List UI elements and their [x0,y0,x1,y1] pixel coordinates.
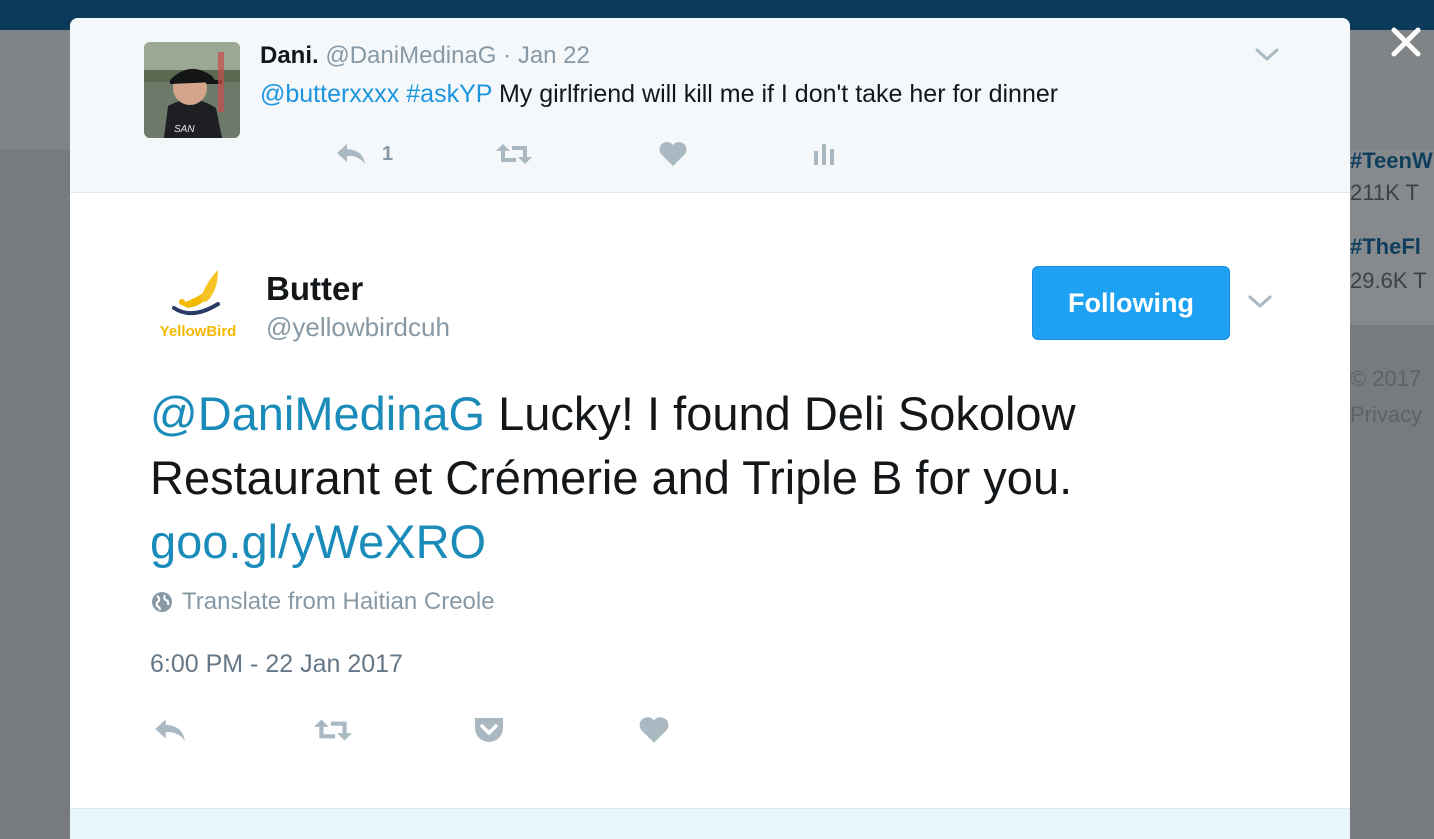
logo-text: YellowBird [160,323,237,340]
hashtag-link[interactable]: #askYP [406,80,492,108]
mention-link[interactable]: @DaniMedinaG [150,387,485,440]
tweet-text: @DaniMedinaG Lucky! I found Deli Sokolow… [150,382,1250,574]
parent-tweet-text: @butterxxxx #askYP My girlfriend will ki… [260,80,1058,109]
parent-tweet-body: My girlfriend will kill me if I don't ta… [498,80,1059,108]
translate-link[interactable]: Translate from Haitian Creole [150,588,495,616]
parent-action-bar: 1 [260,136,834,172]
reply-icon [155,719,185,741]
heart-icon [639,717,669,743]
background-sidebar: #TeenW 211K T #TheFl 29.6K T © 2017 Priv… [1350,150,1434,839]
parent-author-handle[interactable]: @DaniMedinaG [325,42,496,69]
header-separator: · [503,42,512,69]
heart-icon [659,142,687,166]
parent-analytics-button[interactable] [812,136,838,172]
reply-icon [337,144,365,164]
following-button[interactable]: Following [1032,266,1230,340]
background-copyright: © 2017 [1350,366,1422,391]
background-trend-2-count: 29.6K T [1350,268,1427,293]
close-icon [1391,27,1421,57]
svg-text:SAN: SAN [174,124,195,135]
tweet-timestamp[interactable]: 6:00 PM - 22 Jan 2017 [150,650,403,679]
tweet-more-button[interactable] [1244,288,1276,314]
pocket-icon [475,718,503,742]
close-button[interactable] [1384,20,1428,64]
background-trend-2: #TheFl [1350,234,1421,259]
parent-date[interactable]: Jan 22 [518,42,590,69]
analytics-icon [814,144,834,165]
parent-retweet-button[interactable] [494,136,534,172]
parent-header: Dani. @DaniMedinaG · Jan 22 [260,42,590,70]
retweet-button[interactable] [312,710,354,750]
retweet-icon [496,144,532,164]
background-trend-1-count: 211K T [1350,180,1419,205]
chevron-down-icon [1255,48,1279,61]
retweet-icon [314,719,352,741]
reply-area[interactable] [70,808,1350,839]
background-trend-1: #TeenW [1350,150,1433,173]
tweet-modal: SAN Dani. @DaniMedinaG · Jan 22 @butterx… [70,18,1350,839]
translate-label: Translate from Haitian Creole [182,588,495,615]
author-handle[interactable]: @yellowbirdcuh [266,312,450,343]
yellowbird-logo-avatar[interactable]: YellowBird [148,262,248,342]
reply-count: 1 [382,142,394,165]
chevron-down-icon [1248,295,1272,308]
like-button[interactable] [638,710,670,750]
parent-avatar[interactable]: SAN [144,42,240,138]
reply-button[interactable] [152,710,188,750]
pocket-button[interactable] [472,710,506,750]
parent-author-name[interactable]: Dani. [260,42,319,69]
parent-mention-link[interactable]: @butterxxxx [260,80,399,108]
background-privacy-link: Privacy [1350,402,1423,427]
parent-more-button[interactable] [1252,42,1282,66]
url-link[interactable]: goo.gl/yWeXRO [150,515,486,568]
parent-reply-button[interactable]: 1 [334,136,393,172]
parent-tweet[interactable]: SAN Dani. @DaniMedinaG · Jan 22 @butterx… [70,18,1350,193]
tweet-action-bar [150,710,790,750]
globe-icon [152,592,172,612]
parent-like-button[interactable] [658,136,688,172]
author-name[interactable]: Butter [266,270,363,308]
